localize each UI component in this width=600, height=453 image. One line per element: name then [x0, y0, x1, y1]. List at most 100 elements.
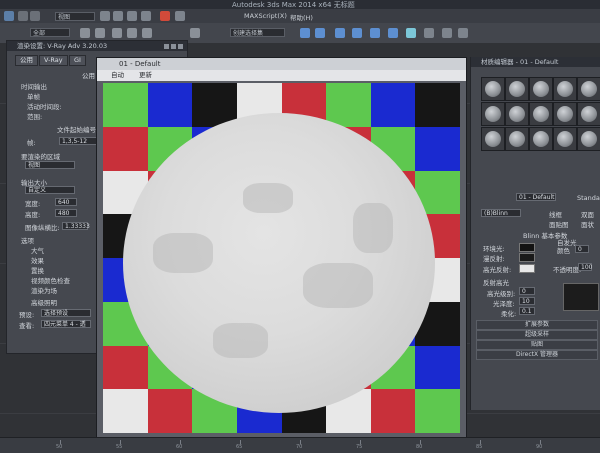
- faceted-check[interactable]: 面状: [581, 219, 594, 229]
- material-slot[interactable]: [529, 102, 553, 126]
- snap-icon[interactable]: [160, 11, 170, 21]
- output-preset-select[interactable]: 自定义: [25, 186, 75, 194]
- tab-common[interactable]: 公用: [15, 55, 38, 66]
- rollout-supersampling[interactable]: 超级采样: [476, 330, 598, 340]
- move-icon[interactable]: [113, 11, 123, 21]
- timeline-tick-label: 65: [236, 444, 243, 450]
- material-slot[interactable]: [529, 77, 553, 101]
- select-object-icon[interactable]: [80, 28, 90, 38]
- material-slot[interactable]: [553, 102, 577, 126]
- rotate-icon[interactable]: [127, 11, 137, 21]
- workspace-combo[interactable]: 视图: [55, 12, 95, 21]
- option-displacement[interactable]: 置换: [31, 265, 44, 275]
- material-slot[interactable]: [481, 102, 505, 126]
- option-atmospherics[interactable]: 大气: [31, 245, 44, 255]
- single-frame-radio[interactable]: 单帧: [27, 91, 40, 101]
- app-menu-icon[interactable]: [4, 11, 14, 21]
- material-slot[interactable]: [505, 102, 529, 126]
- menu-auto[interactable]: 自动: [111, 70, 124, 81]
- rollout-extended[interactable]: 扩展参数: [476, 320, 598, 330]
- area-select[interactable]: 视图: [25, 161, 75, 169]
- rendered-frame-menu: 自动 更新: [97, 70, 466, 81]
- align-icon[interactable]: [315, 28, 325, 38]
- selection-filter-combo[interactable]: 全部: [30, 28, 70, 37]
- advanced-lighting-rollout[interactable]: 高级照明: [31, 297, 57, 307]
- layer-manager-icon[interactable]: [335, 28, 345, 38]
- checker-cell: [415, 126, 460, 172]
- material-slot[interactable]: [505, 127, 529, 151]
- height-input[interactable]: 480: [55, 209, 77, 217]
- angle-snap-icon[interactable]: [175, 11, 185, 21]
- ambient-swatch[interactable]: [519, 243, 535, 252]
- shader-select[interactable]: (B)Blinn: [481, 209, 521, 217]
- material-sphere-preview: [509, 81, 525, 97]
- material-slot[interactable]: [577, 77, 600, 101]
- select-scale-icon[interactable]: [142, 28, 152, 38]
- material-slot[interactable]: [505, 77, 529, 101]
- curve-editor-icon[interactable]: [370, 28, 380, 38]
- window-buttons[interactable]: [162, 43, 184, 49]
- option-effects[interactable]: 效果: [31, 255, 44, 265]
- select-icon[interactable]: [100, 11, 110, 21]
- select-rotate-icon[interactable]: [127, 28, 137, 38]
- material-slot[interactable]: [529, 127, 553, 151]
- option-render-fields[interactable]: 渲染为场: [31, 285, 57, 295]
- material-editor-icon[interactable]: [406, 28, 416, 38]
- rollout-directx[interactable]: DirectX 管理器: [476, 350, 598, 360]
- face-map-check[interactable]: 面贴图: [549, 219, 569, 229]
- specular-level-label: 高光级别:: [487, 290, 516, 298]
- named-selection-combo[interactable]: 创建选择集: [230, 28, 285, 37]
- ambient-label: 环境光:: [483, 245, 505, 253]
- mirror-icon[interactable]: [300, 28, 310, 38]
- select-move-icon[interactable]: [112, 28, 122, 38]
- redo-icon[interactable]: [30, 11, 40, 21]
- material-slot[interactable]: [553, 77, 577, 101]
- render-setup-title: 渲染设置: V-Ray Adv 3.20.03: [7, 41, 187, 51]
- render-setup-icon[interactable]: [424, 28, 434, 38]
- two-sided-check[interactable]: 双面: [581, 209, 594, 219]
- specular-swatch[interactable]: [519, 264, 535, 273]
- self-illum-input[interactable]: 0: [575, 245, 589, 253]
- material-type-button[interactable]: Standard: [577, 194, 600, 202]
- maxscript-menu[interactable]: MAXScript(X): [244, 12, 287, 20]
- snaps-toggle-icon[interactable]: [190, 28, 200, 38]
- schematic-view-icon[interactable]: [388, 28, 398, 38]
- rendered-frame-icon[interactable]: [442, 28, 452, 38]
- aspect-input[interactable]: 1.33333: [62, 222, 90, 230]
- scale-icon[interactable]: [141, 11, 151, 21]
- wire-check[interactable]: 线框: [549, 209, 562, 219]
- material-slot[interactable]: [553, 127, 577, 151]
- graphite-icon[interactable]: [352, 28, 362, 38]
- material-name-field[interactable]: 01 - Default: [516, 193, 556, 201]
- menu-update[interactable]: 更新: [139, 70, 152, 81]
- material-slot[interactable]: [577, 102, 600, 126]
- material-editor-title: 材质编辑器 - 01 - Default: [471, 57, 600, 67]
- material-slot[interactable]: [481, 127, 505, 151]
- specular-level-input[interactable]: 0: [519, 287, 535, 295]
- view-select[interactable]: 四元菜单 4 - 透: [41, 320, 91, 328]
- checker-cell: [103, 389, 149, 433]
- active-segment-radio[interactable]: 活动时间段:: [27, 101, 62, 111]
- opacity-input[interactable]: 100: [578, 263, 592, 271]
- frames-input[interactable]: 1,3,5-12: [59, 137, 97, 145]
- option-video-color-check[interactable]: 视频颜色检查: [31, 275, 70, 285]
- diffuse-swatch[interactable]: [519, 253, 535, 262]
- preset-select[interactable]: 选择预设: [41, 309, 91, 317]
- material-slot[interactable]: [577, 127, 600, 151]
- tab-vray[interactable]: V-Ray: [39, 55, 68, 66]
- undo-icon[interactable]: [18, 11, 28, 21]
- width-input[interactable]: 640: [55, 198, 77, 206]
- app-title-bar: Autodesk 3ds Max 2014 x64 无标题: [0, 0, 600, 9]
- options-heading: 选项: [21, 237, 34, 245]
- glossiness-input[interactable]: 10: [519, 297, 535, 305]
- rollout-maps[interactable]: 贴图: [476, 340, 598, 350]
- tab-gi[interactable]: GI: [69, 55, 86, 66]
- material-sphere-preview: [533, 81, 549, 97]
- material-slot[interactable]: [481, 77, 505, 101]
- frames-radio[interactable]: 帧:: [27, 137, 36, 147]
- render-production-icon[interactable]: [458, 28, 468, 38]
- range-radio[interactable]: 范围:: [27, 111, 42, 121]
- soften-input[interactable]: 0.1: [519, 307, 535, 315]
- help-menu[interactable]: 帮助(H): [290, 12, 313, 22]
- select-by-name-icon[interactable]: [95, 28, 105, 38]
